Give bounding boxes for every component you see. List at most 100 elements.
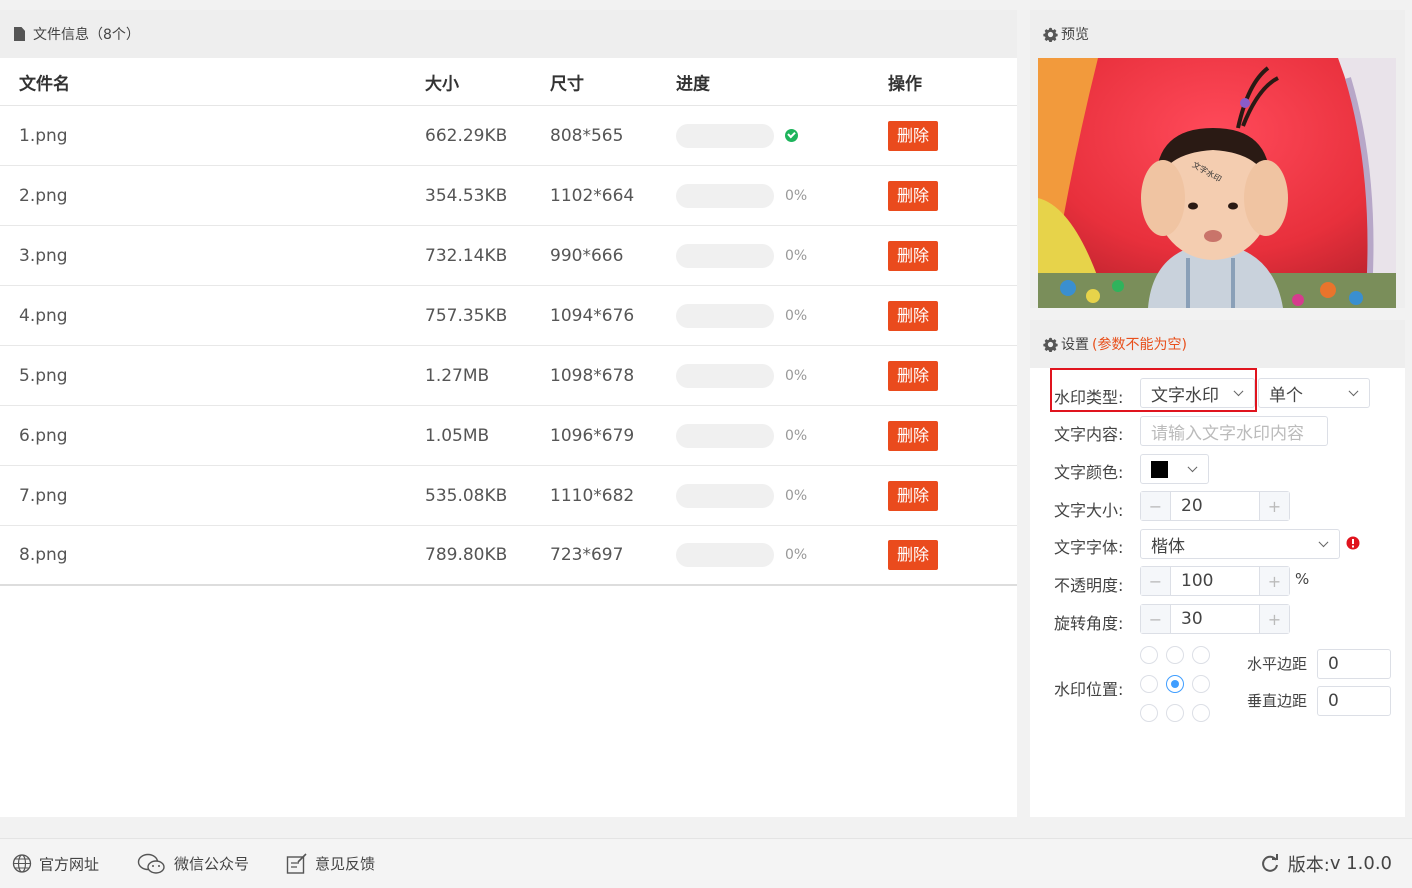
progress-percent: 0% — [785, 367, 808, 384]
position-middle-left-radio[interactable] — [1140, 675, 1158, 693]
file-name: 7.png — [19, 485, 68, 506]
progress-percent: 0% — [785, 487, 808, 504]
file-panel-title: 文件信息（8个） — [33, 27, 140, 43]
highlight-box — [1050, 368, 1257, 412]
file-name: 4.png — [19, 305, 68, 326]
text-color-picker[interactable] — [1140, 454, 1209, 484]
chevron-down-icon — [1348, 386, 1359, 397]
position-bottom-center-radio[interactable] — [1166, 704, 1184, 722]
progress-bar — [676, 363, 774, 388]
h-margin-input[interactable]: 0 — [1317, 649, 1391, 679]
column-header-size: 大小 — [425, 74, 459, 94]
file-size: 789.80KB — [425, 545, 508, 565]
position-middle-center-radio[interactable] — [1166, 675, 1184, 693]
opacity-increment[interactable]: + — [1259, 567, 1289, 595]
text-content-input[interactable]: 请输入文字水印内容 — [1140, 416, 1328, 446]
table-row: 1.png 662.29KB 808*565 删除 — [0, 106, 1017, 166]
check-circle-icon — [785, 129, 798, 142]
delete-button[interactable]: 删除 — [888, 360, 939, 391]
table-row: 2.png 354.53KB 1102*664 0% 删除 — [0, 166, 1017, 226]
table-row: 5.png 1.27MB 1098*678 0% 删除 — [0, 346, 1017, 406]
feedback-icon — [286, 852, 307, 874]
file-size: 757.35KB — [425, 305, 508, 326]
delete-button[interactable]: 删除 — [888, 120, 939, 151]
text-size-label: 文字大小: — [1054, 501, 1124, 520]
column-header-dimensions: 尺寸 — [550, 74, 584, 94]
table-row: 7.png 535.08KB 1110*682 0% 删除 — [0, 466, 1017, 526]
refresh-icon[interactable] — [1260, 853, 1280, 874]
font-select[interactable]: 楷体 — [1140, 529, 1340, 559]
progress-cell: 0% — [676, 483, 808, 508]
opacity-stepper: − 100 + — [1140, 566, 1290, 596]
text-content-placeholder: 请输入文字水印内容 — [1151, 423, 1304, 444]
file-dimensions: 1094*676 — [550, 305, 635, 326]
progress-cell: 0% — [676, 423, 807, 448]
position-label: 水印位置: — [1054, 680, 1124, 699]
column-header-name: 文件名 — [19, 74, 70, 94]
file-name: 6.png — [19, 425, 68, 446]
settings-note: (参数不能为空) — [1092, 337, 1187, 353]
progress-cell: 0% — [676, 363, 808, 388]
table-row: 3.png 732.14KB 990*666 0% 删除 — [0, 226, 1017, 286]
position-middle-right-radio[interactable] — [1192, 675, 1210, 693]
position-bottom-right-radio[interactable] — [1192, 704, 1210, 722]
progress-bar — [676, 423, 774, 448]
v-margin-input[interactable]: 0 — [1317, 686, 1391, 716]
text-color-label: 文字颜色: — [1054, 463, 1124, 482]
v-margin-label: 垂直边距 — [1247, 692, 1308, 710]
preview-header: 预览 — [1030, 10, 1405, 58]
position-top-right-radio[interactable] — [1192, 646, 1210, 664]
file-size: 732.14KB — [425, 245, 508, 266]
file-dimensions: 1098*678 — [550, 365, 635, 386]
progress-bar — [676, 303, 774, 328]
gear-icon — [1043, 27, 1058, 42]
version-value: v 1.0.0 — [1329, 853, 1392, 874]
chevron-down-icon — [1318, 537, 1329, 548]
file-dimensions: 1102*664 — [550, 185, 635, 206]
file-size: 1.27MB — [425, 365, 490, 386]
delete-button[interactable]: 删除 — [888, 240, 939, 271]
delete-button[interactable]: 删除 — [888, 300, 939, 331]
file-panel-header: 文件信息（8个） — [0, 10, 1017, 58]
file-name: 5.png — [19, 365, 68, 386]
table-header: 文件名 大小 尺寸 进度 操作 — [0, 58, 1017, 106]
position-top-center-radio[interactable] — [1166, 646, 1184, 664]
rotation-value[interactable]: 30 — [1171, 605, 1259, 633]
file-size: 354.53KB — [425, 185, 508, 206]
opacity-decrement[interactable]: − — [1141, 567, 1171, 595]
text-size-value[interactable]: 20 — [1171, 492, 1259, 520]
watermark-mode-select[interactable]: 单个 — [1258, 378, 1370, 408]
rotation-label: 旋转角度: — [1054, 614, 1124, 633]
delete-button[interactable]: 删除 — [888, 180, 939, 211]
wechat-link[interactable]: 微信公众号 — [137, 853, 249, 875]
text-size-decrement[interactable]: − — [1141, 492, 1171, 520]
delete-button[interactable]: 删除 — [888, 540, 939, 570]
text-size-increment[interactable]: + — [1259, 492, 1289, 520]
watermark-mode-value: 单个 — [1269, 385, 1303, 406]
rotation-stepper: − 30 + — [1140, 604, 1290, 634]
file-dimensions: 990*666 — [550, 245, 624, 266]
file-name: 3.png — [19, 245, 68, 266]
file-dimensions: 723*697 — [550, 545, 624, 565]
h-margin-label: 水平边距 — [1247, 655, 1308, 673]
version-info: 版本: v 1.0.0 — [1260, 851, 1392, 877]
progress-cell — [676, 123, 798, 148]
opacity-value[interactable]: 100 — [1171, 567, 1259, 595]
table-row: 4.png 757.35KB 1094*676 0% 删除 — [0, 286, 1017, 346]
rotation-decrement[interactable]: − — [1141, 605, 1171, 633]
position-bottom-left-radio[interactable] — [1140, 704, 1158, 722]
delete-button[interactable]: 删除 — [888, 420, 939, 451]
settings-panel: 设置 (参数不能为空) 水印类型: 文字水印 单个 文字内容: 请输入文字水印内… — [1030, 320, 1405, 817]
preview-image: 文字水印 — [1038, 58, 1396, 308]
official-site-label: 官方网址 — [39, 855, 100, 873]
delete-button[interactable]: 删除 — [888, 480, 939, 511]
rotation-increment[interactable]: + — [1259, 605, 1289, 633]
font-label: 文字字体: — [1054, 538, 1124, 557]
gear-icon — [1043, 337, 1058, 352]
file-name: 8.png — [19, 545, 68, 565]
position-top-left-radio[interactable] — [1140, 646, 1158, 664]
progress-percent: 0% — [785, 247, 808, 264]
file-panel: 文件信息（8个） 文件名 大小 尺寸 进度 操作 1.png 662.29KB … — [0, 10, 1017, 817]
feedback-link[interactable]: 意见反馈 — [286, 852, 375, 875]
official-site-link[interactable]: 官方网址 — [12, 853, 99, 874]
